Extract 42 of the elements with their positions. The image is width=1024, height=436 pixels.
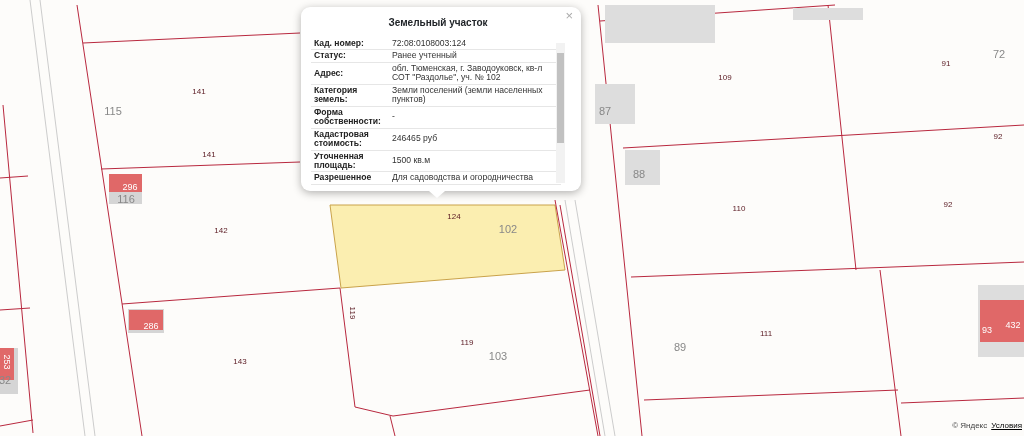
house-number: 87	[598, 105, 612, 117]
field-label: Категория земель:	[311, 84, 389, 107]
field-label: Разрешенное	[311, 171, 389, 185]
building-number: 286	[143, 321, 159, 331]
parcel-number: 91	[941, 60, 951, 68]
building-number: 253	[1, 354, 11, 370]
field-label: Кад. номер:	[311, 38, 389, 50]
parcel-number: 142	[214, 227, 228, 235]
building-shape	[793, 8, 863, 20]
house-number: 103	[488, 350, 508, 362]
house-number: 88	[632, 168, 646, 180]
parcel-number: 141	[192, 88, 206, 96]
house-number: 102	[498, 223, 518, 235]
parcel-number: 111	[759, 330, 773, 338]
building-number: 432	[1005, 320, 1021, 330]
copyright-text: © Яндекс	[952, 420, 988, 432]
house-number: 115	[104, 105, 122, 117]
field-label: Уточненная площадь:	[311, 150, 389, 172]
field-label: Статус:	[311, 49, 389, 63]
building-number: 93	[982, 325, 992, 335]
field-label: Адрес:	[311, 62, 389, 85]
terms-link[interactable]: Условия	[991, 420, 1022, 432]
parcel-number: 119	[348, 306, 356, 320]
parcel-number: 92	[993, 133, 1003, 141]
field-label: Форма собственности:	[311, 106, 389, 129]
parcel-number: 109	[718, 74, 732, 82]
parcel-number: 119	[460, 339, 474, 347]
building-shape	[595, 84, 635, 124]
parcel-number: 143	[233, 358, 247, 366]
parcel-number: 92	[943, 201, 953, 209]
building-shape	[625, 150, 660, 185]
parcel-number: 124	[447, 213, 461, 221]
parcel-number: 110	[732, 205, 746, 213]
field-label: Кадастровая стоимость:	[311, 128, 389, 151]
house-number: 116	[117, 193, 135, 205]
house-number: 89	[673, 341, 687, 353]
popup-title: Земельный участок	[387, 16, 489, 30]
house-number: 72	[992, 48, 1006, 60]
scrollbar[interactable]	[556, 43, 565, 183]
house-number: 32	[0, 374, 12, 386]
building-number: 296	[122, 182, 138, 192]
parcel-number: 141	[202, 151, 216, 159]
